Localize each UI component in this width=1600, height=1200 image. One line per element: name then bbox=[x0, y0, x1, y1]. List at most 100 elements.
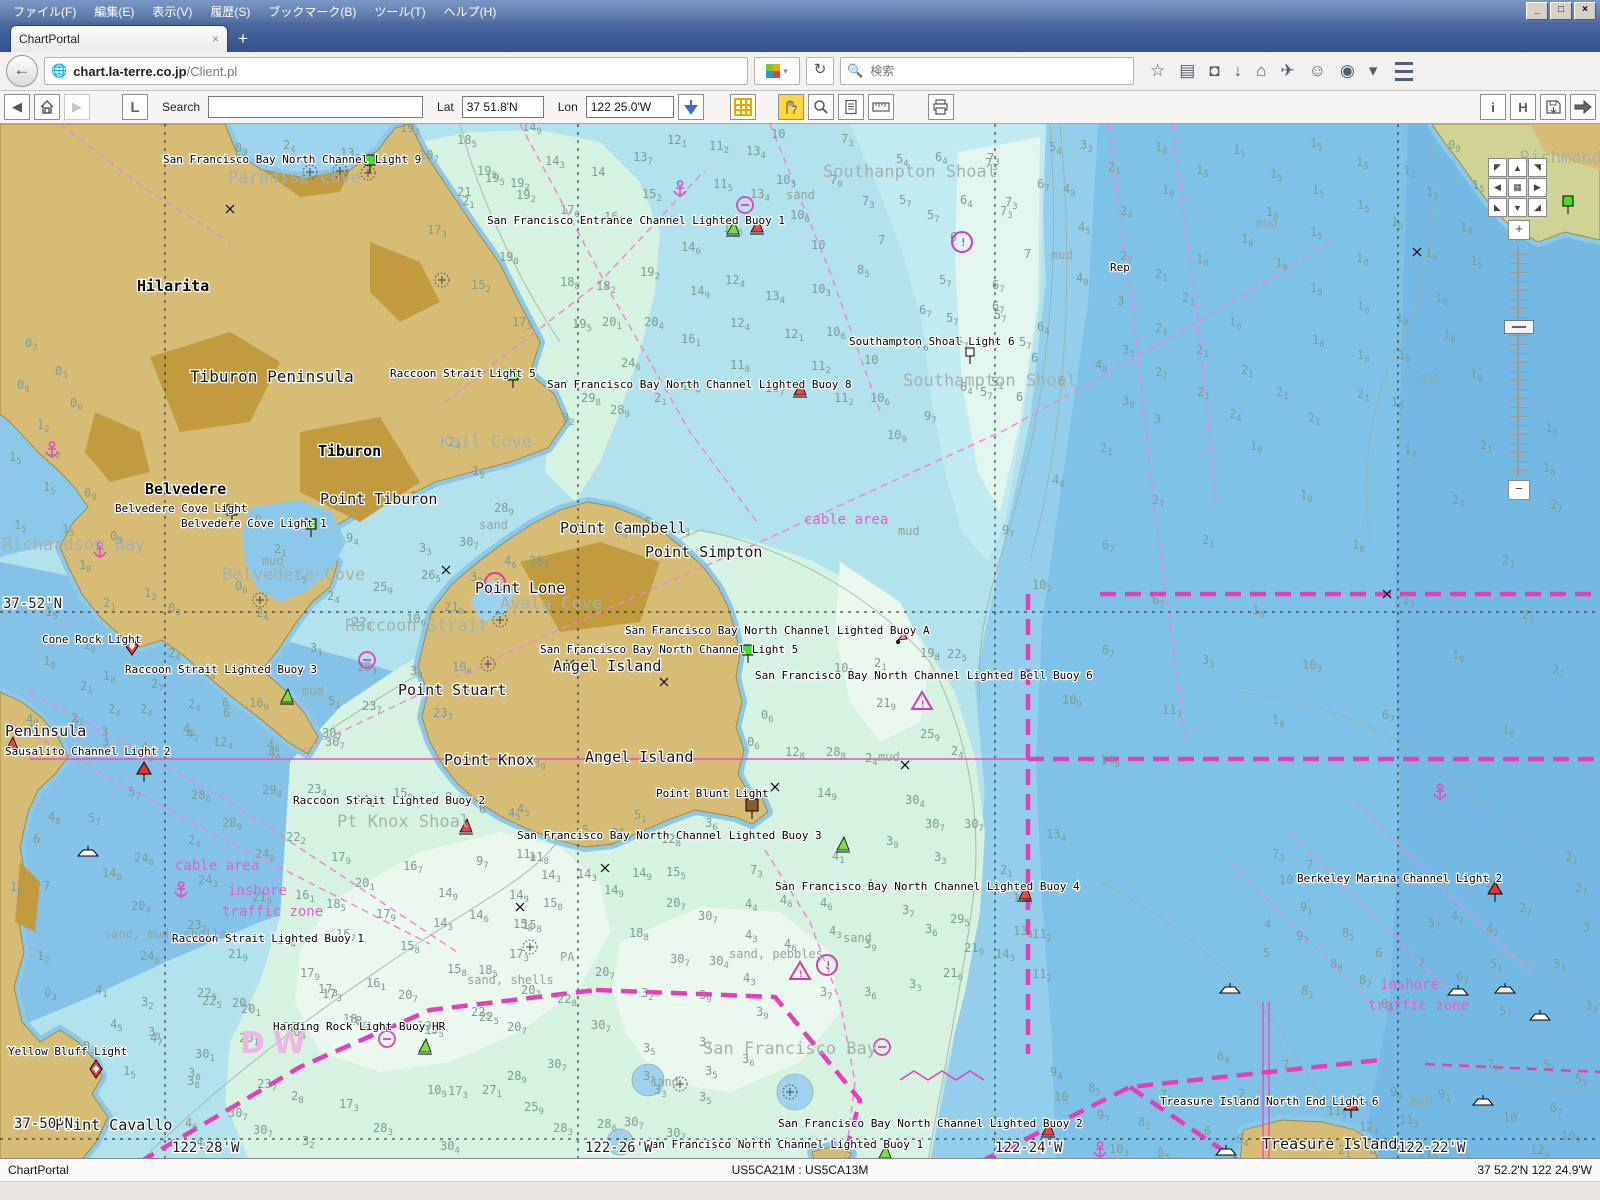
pan-up-left-button[interactable]: ◤ bbox=[1488, 158, 1507, 177]
extension-dropdown-icon[interactable]: ▾ bbox=[783, 66, 788, 77]
browser-search-input[interactable] bbox=[868, 63, 1127, 79]
url-bar[interactable]: 🌐 chart.la-terre.co.jp/Client.pl bbox=[44, 57, 748, 85]
accounts-icon[interactable]: ◉ bbox=[1340, 61, 1355, 81]
close-button[interactable]: × bbox=[1574, 2, 1596, 20]
extension-button[interactable]: ▾ bbox=[754, 57, 800, 85]
svg-text:7: 7 bbox=[1306, 858, 1313, 872]
restore-button[interactable]: □ bbox=[1550, 2, 1572, 20]
svg-text:mud: mud bbox=[878, 750, 900, 764]
pan-right-button[interactable]: ▶ bbox=[1528, 178, 1547, 197]
svg-text:Southanpton Shoal: Southanpton Shoal bbox=[823, 162, 997, 182]
svg-text:Belvedere: Belvedere bbox=[145, 480, 226, 498]
grid-icon bbox=[734, 98, 752, 116]
svg-text:!: ! bbox=[960, 236, 967, 249]
svg-text:San Francisco Bay North Channe: San Francisco Bay North Channel Lighted … bbox=[778, 1117, 1083, 1130]
pan-down-left-button[interactable]: ◣ bbox=[1488, 198, 1507, 217]
chart-search-input[interactable] bbox=[208, 96, 423, 118]
zoom-tool-button[interactable] bbox=[808, 94, 834, 120]
chart-next-button[interactable]: ▶ bbox=[64, 94, 90, 120]
home-icon[interactable]: ⌂ bbox=[1256, 61, 1266, 81]
hamburger-menu-icon[interactable] bbox=[1395, 62, 1413, 81]
pan-tool-button[interactable] bbox=[778, 94, 804, 120]
zoom-slider-track[interactable] bbox=[1508, 246, 1528, 476]
svg-text:Point Stuart: Point Stuart bbox=[398, 681, 506, 699]
chart-map[interactable]: 0924134192207185195192211731981520303090… bbox=[0, 124, 1600, 1158]
svg-text:San Francisco North Channel Li: San Francisco North Channel Lighted Buoy… bbox=[645, 1138, 923, 1151]
svg-text:10: 10 bbox=[864, 353, 878, 367]
pocket-icon[interactable]: ◘ bbox=[1209, 61, 1219, 81]
svg-text:122-24'W: 122-24'W bbox=[995, 1140, 1063, 1156]
svg-text:10: 10 bbox=[1503, 1111, 1517, 1125]
menu-edit[interactable]: 編集(E) bbox=[85, 3, 143, 20]
pan-up-right-button[interactable]: ◥ bbox=[1528, 158, 1547, 177]
chart-toolbar: ◀ ▶ L Search Lat Lon bbox=[0, 91, 1600, 124]
info-button[interactable]: i bbox=[1480, 94, 1506, 120]
grid-toggle-button[interactable] bbox=[730, 94, 756, 120]
layers-button[interactable]: L bbox=[122, 94, 148, 120]
pan-center-button[interactable]: ▦ bbox=[1508, 178, 1527, 197]
tab-close-icon[interactable]: × bbox=[212, 32, 219, 46]
menu-file[interactable]: ファイル(F) bbox=[4, 3, 85, 20]
pan-down-right-button[interactable]: ◢ bbox=[1528, 198, 1547, 217]
menu-history[interactable]: 履歴(S) bbox=[201, 3, 259, 20]
svg-text:Raccoon Strait Lighted Buoy 2: Raccoon Strait Lighted Buoy 2 bbox=[293, 794, 485, 807]
svg-text:3: 3 bbox=[101, 725, 108, 739]
svg-text:10: 10 bbox=[771, 127, 785, 141]
goto-position-button[interactable] bbox=[678, 94, 704, 120]
svg-text:!: ! bbox=[798, 970, 803, 980]
svg-text:3: 3 bbox=[1154, 412, 1161, 426]
feedback-smiley-icon[interactable]: ☺ bbox=[1309, 61, 1326, 81]
svg-text:Southampton Shoal Light 6: Southampton Shoal Light 6 bbox=[849, 335, 1015, 348]
svg-text:Belvedere Cove: Belvedere Cove bbox=[222, 565, 365, 585]
reading-list-icon[interactable]: ▤ bbox=[1179, 61, 1195, 81]
menu-tools[interactable]: ツール(T) bbox=[365, 3, 434, 20]
svg-text:Treasure Island: Treasure Island bbox=[1262, 1135, 1397, 1153]
chart-prev-button[interactable]: ◀ bbox=[4, 94, 30, 120]
svg-text:Paradise Cove: Paradise Cove bbox=[228, 168, 361, 188]
bookmark-star-icon[interactable]: ☆ bbox=[1150, 61, 1165, 81]
menu-help[interactable]: ヘルプ(H) bbox=[435, 3, 506, 20]
svg-text:Belvedere Cove Light: Belvedere Cove Light bbox=[115, 502, 247, 515]
pan-left-button[interactable]: ◀ bbox=[1488, 178, 1507, 197]
svg-text:10: 10 bbox=[1054, 1090, 1068, 1104]
svg-text:mud: mud bbox=[1418, 371, 1440, 385]
forward-panel-button[interactable] bbox=[1570, 94, 1596, 120]
new-tab-button[interactable]: + bbox=[228, 26, 258, 52]
downloads-icon[interactable]: ↓ bbox=[1234, 61, 1243, 81]
browser-search-box[interactable]: 🔍 bbox=[840, 57, 1134, 85]
lat-input[interactable] bbox=[462, 96, 544, 118]
zoom-out-button[interactable]: − bbox=[1508, 480, 1530, 500]
sidebar-toggle-icon[interactable]: ▾ bbox=[1369, 61, 1378, 81]
history-button[interactable]: H bbox=[1510, 94, 1536, 120]
send-tab-icon[interactable]: ✈ bbox=[1280, 61, 1294, 81]
svg-text:San Francisco Bay North Channe: San Francisco Bay North Channel Light 9 bbox=[163, 153, 421, 166]
chart-home-button[interactable] bbox=[34, 94, 60, 120]
minimize-button[interactable]: _ bbox=[1526, 2, 1548, 20]
save-button[interactable] bbox=[1540, 94, 1566, 120]
menu-view[interactable]: 表示(V) bbox=[143, 3, 201, 20]
pan-up-button[interactable]: ▲ bbox=[1508, 158, 1527, 177]
menu-bookmarks[interactable]: ブックマーク(B) bbox=[259, 3, 365, 20]
back-button[interactable]: ← bbox=[6, 55, 38, 87]
svg-text:San Francisco Bay: San Francisco Bay bbox=[703, 1039, 877, 1059]
svg-text:sand: sand bbox=[786, 188, 815, 202]
print-button[interactable] bbox=[928, 94, 954, 120]
zoom-slider-handle[interactable] bbox=[1504, 320, 1534, 334]
nautical-chart-canvas[interactable]: 0924134192207185195192211731981520303090… bbox=[0, 124, 1600, 1158]
svg-text:6: 6 bbox=[1016, 390, 1023, 404]
svg-text:traffic zone: traffic zone bbox=[1368, 998, 1469, 1014]
right-arrow-icon bbox=[1574, 100, 1592, 114]
svg-text:7: 7 bbox=[1418, 956, 1425, 970]
search-label: Search bbox=[162, 100, 200, 114]
svg-text:mud: mud bbox=[302, 684, 324, 698]
measure-tool-button[interactable] bbox=[868, 94, 894, 120]
home-chart-icon bbox=[39, 99, 55, 115]
lon-input[interactable] bbox=[586, 96, 674, 118]
object-info-button[interactable] bbox=[838, 94, 864, 120]
svg-text:Sausalito Channel Light 2: Sausalito Channel Light 2 bbox=[5, 745, 171, 758]
reload-button[interactable]: ↻ bbox=[806, 57, 834, 85]
pan-down-button[interactable]: ▼ bbox=[1508, 198, 1527, 217]
svg-text:4: 4 bbox=[1264, 917, 1271, 931]
tab-chartportal[interactable]: ChartPortal × bbox=[10, 25, 228, 52]
zoom-in-button[interactable]: + bbox=[1508, 220, 1530, 240]
